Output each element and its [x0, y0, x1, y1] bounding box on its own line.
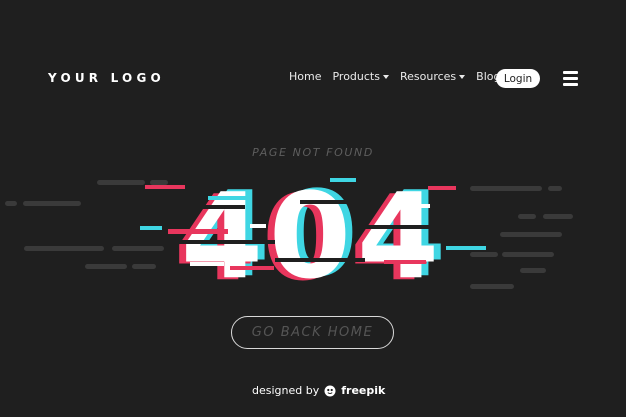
footer-credit[interactable]: designed by freepik: [252, 384, 385, 397]
freepik-logo-icon: [324, 385, 336, 396]
glitch-artwork: 404 404 404: [5, 165, 573, 307]
go-back-home-button[interactable]: GO BACK HOME: [231, 316, 394, 349]
error-code: 404: [181, 167, 445, 305]
page-404: YOUR LOGO Home Products Resources Blog L…: [0, 0, 626, 417]
credit-brand: freepik: [341, 384, 386, 397]
credit-prefix: designed by: [252, 384, 320, 397]
page-not-found-heading: PAGE NOT FOUND: [252, 146, 374, 159]
error-code-graphic: 404 404 404: [174, 165, 446, 307]
